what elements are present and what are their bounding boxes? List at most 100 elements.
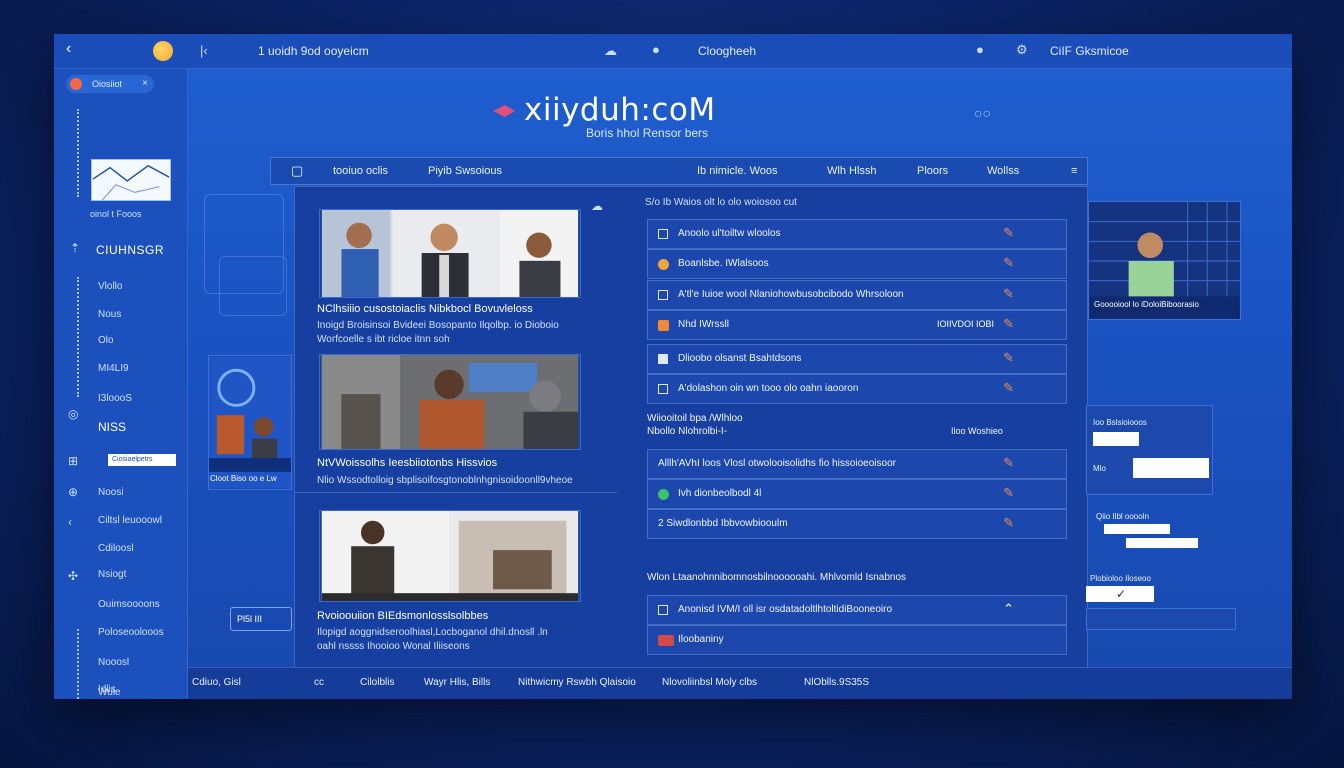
list-row[interactable]: Ivh dionbeolbodl 4l ✎ bbox=[647, 479, 1067, 509]
sidebar-item-6[interactable]: NISS bbox=[98, 420, 126, 434]
checklist-label-2: Plobioloo Iloseoo bbox=[1090, 574, 1151, 583]
map-caption: oinol t Fooos bbox=[90, 209, 142, 219]
news-title-1[interactable]: NClhsiiio cusostoiaclis Nibkbocl Bovuvle… bbox=[317, 303, 607, 315]
sidebar-item-5[interactable]: I3loooS bbox=[98, 393, 132, 404]
main-navbar: ▢ tooiuo oclis Piyib Swsoious Ib nimicle… bbox=[270, 157, 1088, 185]
list-row[interactable]: Anoolo ul'toiltw wloolos ✎ bbox=[647, 219, 1067, 249]
group-label-2: Wlon Ltaanohnnibomnosbilnoooooahi. Mhlvo… bbox=[647, 572, 907, 583]
sidebar-item-12[interactable]: Poloseoolooos bbox=[98, 627, 164, 638]
sidebar-item-7[interactable]: Noosi bbox=[98, 487, 124, 498]
form-input-1[interactable] bbox=[1093, 432, 1139, 446]
news-title-2[interactable]: NtVWoissolhs Ieesbiiotonbs Hissvios bbox=[317, 457, 607, 469]
promo-button[interactable]: Pl5l III bbox=[230, 607, 292, 631]
sidebar-dotted-rail-3 bbox=[77, 629, 79, 699]
site-logo[interactable]: xiiyduh:coM bbox=[524, 92, 716, 128]
checkbox[interactable] bbox=[658, 384, 668, 394]
sidebar-tab-pill[interactable]: Oiosiiot × bbox=[66, 75, 154, 93]
edit-icon[interactable]: ✎ bbox=[1003, 515, 1014, 531]
check-icon[interactable]: ✓ bbox=[1086, 586, 1154, 602]
footer-link-5[interactable]: NlOblls.9S35S bbox=[804, 677, 869, 688]
pen-icon[interactable]: ✎ bbox=[1003, 225, 1014, 241]
footer-link-3[interactable]: Nithwicmy Rswbh Qlaisoio bbox=[518, 677, 636, 688]
group-badge: Iloo Woshieo bbox=[951, 426, 1003, 436]
pen-icon[interactable]: ✎ bbox=[1003, 485, 1014, 501]
checklist-footer-bar bbox=[1086, 608, 1236, 630]
sidebar-item-11[interactable]: Ouimsoooons bbox=[98, 599, 160, 610]
content-panel: ☁ NClhsiiio cusostoiaclis Nibkbocl Bovuv bbox=[294, 186, 1088, 698]
list-row[interactable]: 2 Siwdlonbbd Ibbvowbiooulm ✎ bbox=[647, 509, 1067, 539]
sidebar-item-9[interactable]: Cdiloosl bbox=[98, 543, 134, 554]
list-row[interactable]: Anonisd IVM/I oll isr osdatadoltlhtoltid… bbox=[647, 595, 1067, 625]
collapse-icon[interactable]: |‹ bbox=[200, 43, 208, 58]
news-image-1[interactable] bbox=[319, 209, 581, 298]
group-sublabel: Nbollo Nlohrolbi-I- bbox=[647, 426, 728, 437]
sidebar-item-15[interactable]: Idlis bbox=[98, 684, 116, 695]
map-thumbnail[interactable] bbox=[91, 159, 171, 201]
address-path[interactable]: 1 uoidh 9od ooyeicm bbox=[258, 44, 369, 58]
news-image-2[interactable] bbox=[319, 354, 581, 450]
nav-item-6[interactable]: Wollss bbox=[987, 165, 1019, 177]
pen-icon[interactable]: ✎ bbox=[1003, 350, 1014, 366]
menu-icon[interactable]: ▢ bbox=[291, 163, 303, 179]
list-row-label: Anoolo ul'toiltw wloolos bbox=[678, 228, 781, 239]
sidebar-chip[interactable]: Ciosiaelpetrs bbox=[108, 454, 176, 466]
left-promo-widget[interactable] bbox=[208, 355, 292, 490]
list-row[interactable]: A'tl'e Iuioe wool Nlaniohowbusobcibodo W… bbox=[647, 280, 1067, 310]
list-row[interactable]: Iloobaniny bbox=[647, 625, 1067, 655]
footer-link-4[interactable]: Nlovoliinbsl Moly clbs bbox=[662, 677, 757, 688]
footer-link-2[interactable]: Wayr Hlis, Bills bbox=[424, 677, 490, 688]
list-row[interactable]: Dlioobo olsanst Bsahtdsons ✎ bbox=[647, 344, 1067, 374]
checkbox[interactable] bbox=[658, 354, 668, 364]
checkbox[interactable] bbox=[658, 229, 668, 239]
sidebar-item-2[interactable]: Nous bbox=[98, 309, 121, 320]
list-row[interactable]: Nhd IWrssll IOIIVDOI IOBI ✎ bbox=[647, 310, 1067, 340]
pen-icon[interactable]: ✎ bbox=[1003, 316, 1014, 332]
news-image-3[interactable] bbox=[319, 510, 581, 602]
nav-item-5[interactable]: Ploors bbox=[917, 165, 948, 177]
checklist-input[interactable] bbox=[1104, 524, 1170, 534]
footer-link-1[interactable]: Cilolblis bbox=[360, 677, 394, 688]
site-tagline: Boris hhol Rensor bers bbox=[586, 126, 709, 140]
list-row[interactable]: Boanlsbe. IWlalsoos ✎ bbox=[647, 249, 1067, 279]
checklist-input-2[interactable] bbox=[1126, 538, 1198, 548]
news-photo-workshop bbox=[321, 511, 579, 601]
close-icon[interactable]: × bbox=[142, 75, 148, 93]
status-dot-icon bbox=[658, 635, 674, 646]
cloud-share-icon[interactable]: ☁ bbox=[591, 199, 603, 213]
news-divider bbox=[295, 492, 617, 493]
globe-icon: ◎ bbox=[68, 407, 79, 421]
list-row[interactable]: A'dolashon oin wn tooo olo oahn iaooron … bbox=[647, 374, 1067, 404]
sidebar-item-13[interactable]: Nooosl bbox=[98, 657, 129, 668]
cloud-icon[interactable]: ☁ bbox=[604, 43, 617, 59]
pen-icon[interactable]: ✎ bbox=[1003, 286, 1014, 302]
sidebar-item-4[interactable]: MI4LI9 bbox=[98, 363, 129, 374]
sidebar-item-1[interactable]: Vlollo bbox=[98, 281, 122, 292]
background-card-2 bbox=[219, 256, 287, 316]
chevron-left-icon[interactable]: ‹ bbox=[68, 515, 72, 529]
news-title-3[interactable]: Rvoioouiion BIEdsmonlosslsolbbes bbox=[317, 610, 607, 622]
back-icon[interactable]: ‹ bbox=[66, 40, 71, 58]
list-row[interactable]: Alllh'AVhI loos Vlosl otwolooisolidhs fi… bbox=[647, 449, 1067, 479]
sidebar-item-3[interactable]: Olo bbox=[98, 335, 114, 346]
checkbox[interactable] bbox=[658, 290, 668, 300]
add-icon[interactable]: ⊕ bbox=[68, 485, 78, 499]
sidebar-item-10[interactable]: Nsiogt bbox=[98, 569, 126, 580]
notification-icon[interactable]: ● bbox=[976, 42, 984, 57]
pen-icon[interactable]: ✎ bbox=[1003, 455, 1014, 471]
nav-item-1[interactable]: tooiuo oclis bbox=[333, 165, 388, 177]
titlebar-right-label[interactable]: CiIF Gksmicoe bbox=[1050, 44, 1129, 58]
nav-item-3[interactable]: Ib nimicle. Woos bbox=[697, 165, 778, 177]
pen-icon[interactable]: ✎ bbox=[1003, 255, 1014, 271]
nav-item-4[interactable]: Wlh Hlssh bbox=[827, 165, 877, 177]
nav-item-2[interactable]: Piyib Swsoious bbox=[428, 165, 502, 177]
nav-expand-icon[interactable]: ≡ bbox=[1071, 165, 1077, 177]
profile-icon[interactable]: ● bbox=[652, 42, 660, 57]
checkbox[interactable] bbox=[658, 605, 668, 615]
pen-icon[interactable]: ✎ bbox=[1003, 380, 1014, 396]
chevron-up-icon[interactable]: ⌃ bbox=[1003, 601, 1014, 617]
settings-icon[interactable]: ⚙ bbox=[1016, 42, 1028, 58]
form-input-2[interactable] bbox=[1133, 458, 1209, 478]
footer-location[interactable]: Cdiuo, Gisl bbox=[192, 677, 241, 688]
pin-icon: ⇡ bbox=[70, 241, 81, 255]
sidebar-item-8[interactable]: Ciltsl leuooowl bbox=[98, 515, 162, 526]
